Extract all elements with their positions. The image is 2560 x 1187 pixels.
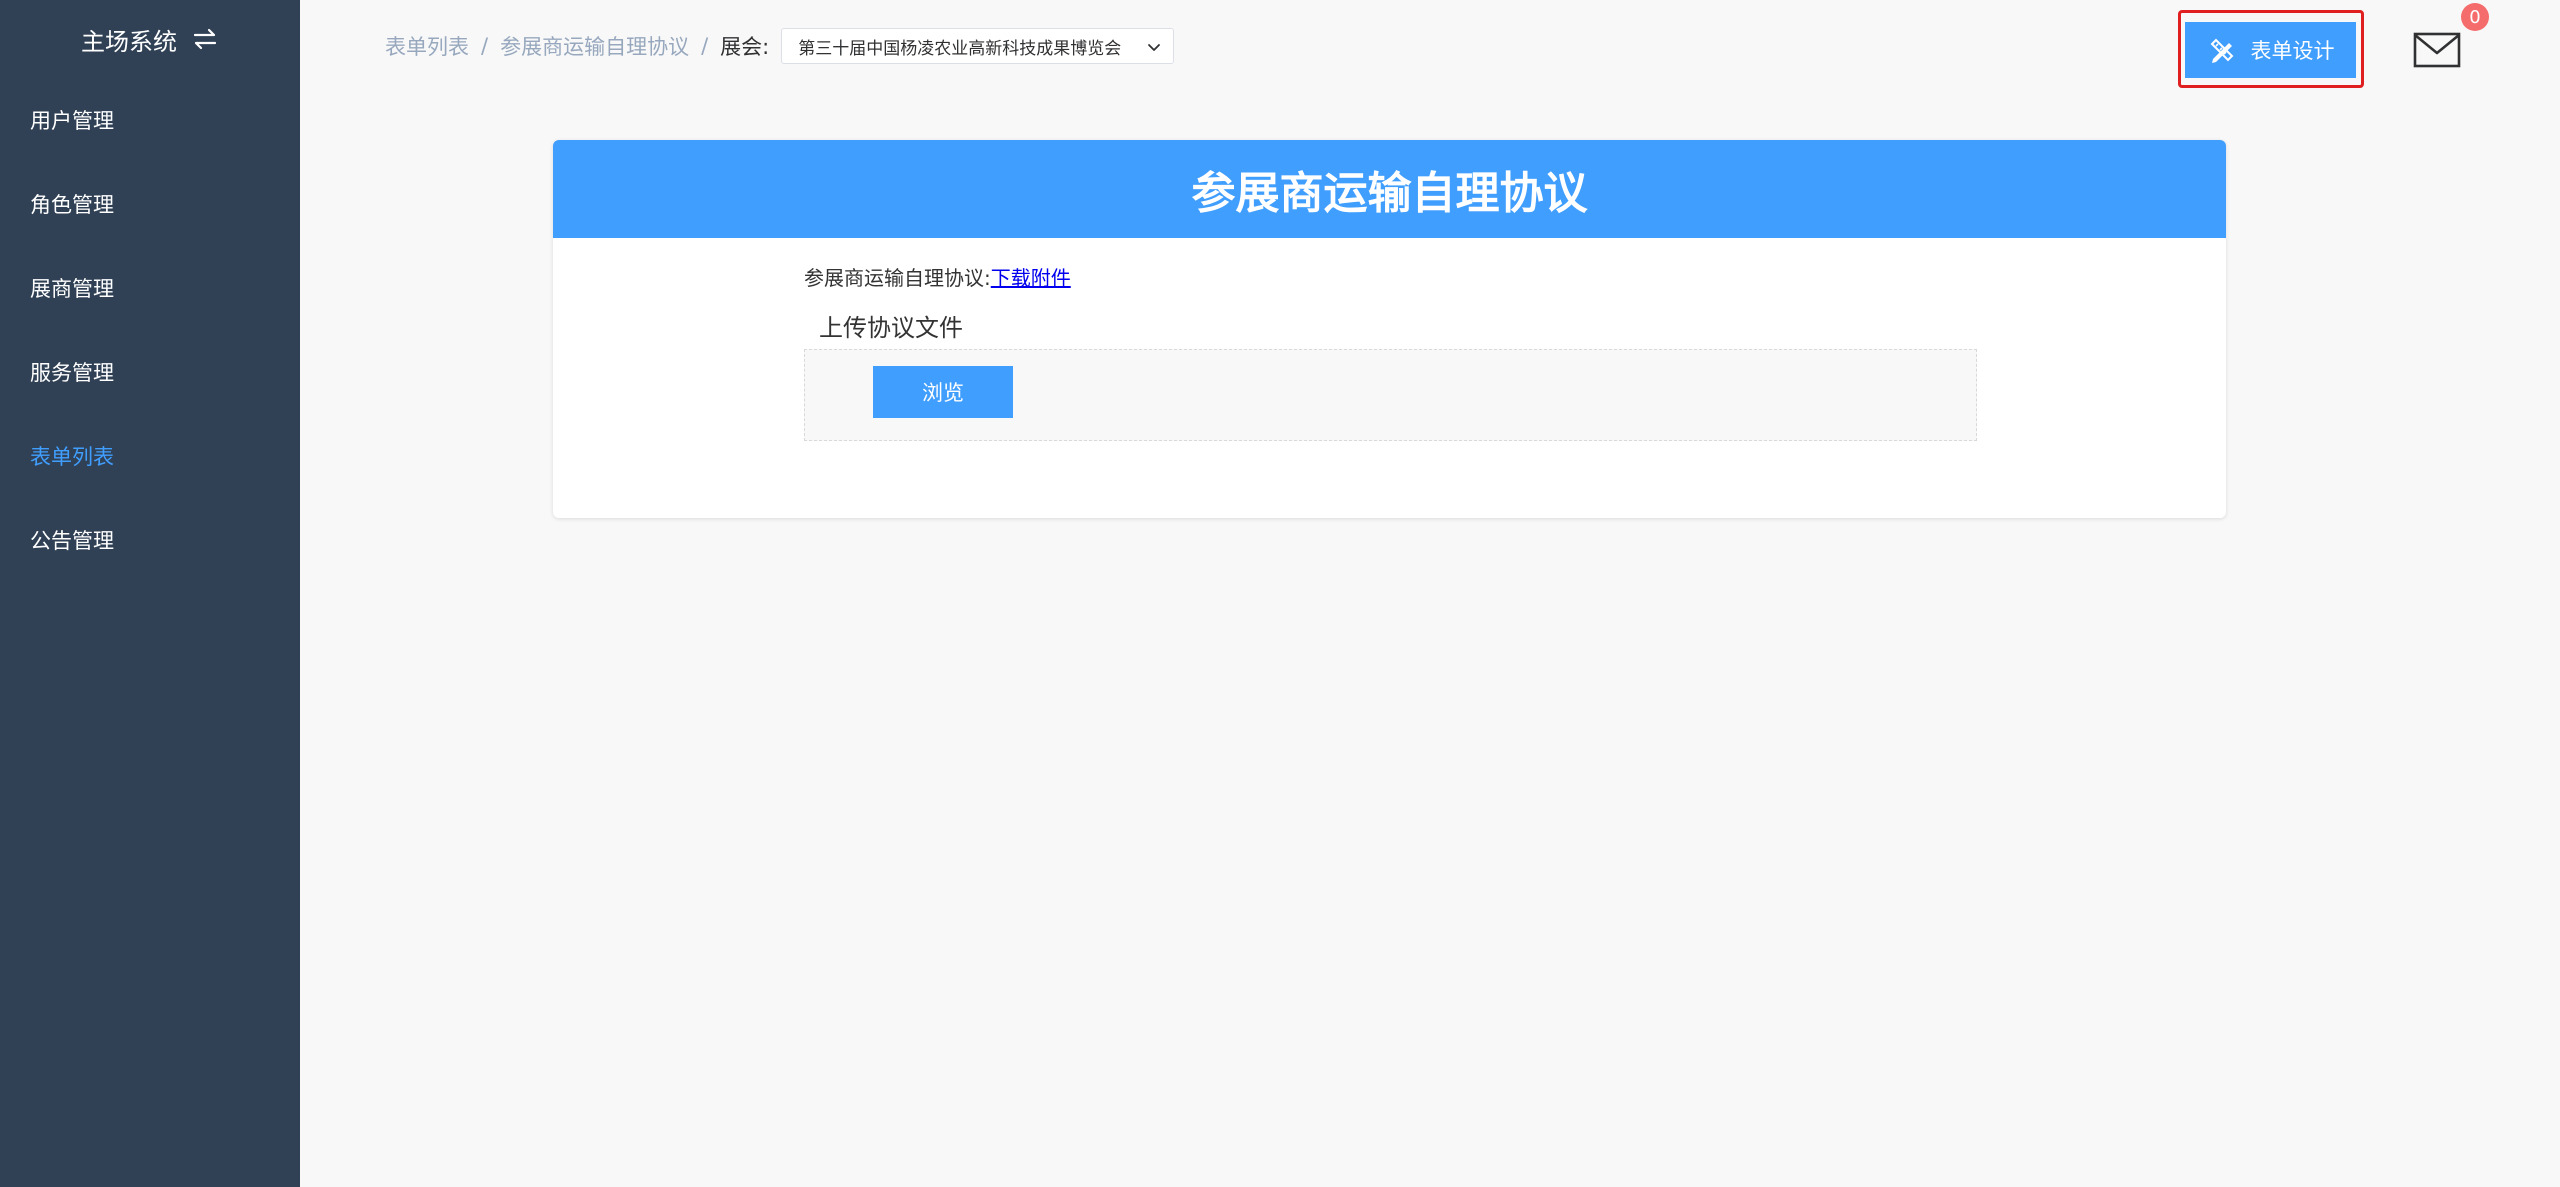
sidebar-item-exhibitors[interactable]: 展商管理 (0, 246, 300, 330)
sidebar-item-services[interactable]: 服务管理 (0, 330, 300, 414)
breadcrumb: 表单列表 / 参展商运输自理协议 / 展会: 第三十届中国杨凌农业高新科技成果博… (385, 28, 1175, 64)
swap-arrows-icon[interactable] (191, 25, 219, 53)
sidebar-item-announcements[interactable]: 公告管理 (0, 498, 300, 582)
system-title-label: 主场系统 (81, 27, 177, 56)
sidebar-item-label: 角色管理 (30, 193, 114, 217)
chevron-down-icon (1148, 44, 1161, 51)
sidebar: 主场系统 用户管理 角色管理 展商管理 服务管理 表单列表 公告管理 (0, 0, 300, 1187)
expo-select[interactable]: 第三十届中国杨凌农业高新科技成果博览会 (781, 28, 1175, 64)
sidebar-menu: 用户管理 角色管理 展商管理 服务管理 表单列表 公告管理 (0, 78, 300, 582)
breadcrumb-separator: / (481, 34, 489, 58)
sidebar-item-roles[interactable]: 角色管理 (0, 162, 300, 246)
browse-button[interactable]: 浏览 (873, 366, 1013, 418)
agreement-row: 参展商运输自理协议:下载附件 (804, 262, 1071, 291)
upload-title: 上传协议文件 (819, 314, 963, 342)
sidebar-item-forms[interactable]: 表单列表 (0, 414, 300, 498)
form-design-label: 表单设计 (2250, 39, 2335, 63)
agreement-label: 参展商运输自理协议: (804, 266, 991, 290)
mail-count-badge: 0 (2461, 3, 2489, 31)
sidebar-item-label: 表单列表 (30, 445, 114, 469)
sidebar-item-label: 用户管理 (30, 109, 114, 133)
breadcrumb-forms[interactable]: 表单列表 (385, 31, 469, 61)
sidebar-item-users[interactable]: 用户管理 (0, 78, 300, 162)
download-attachment-link[interactable]: 下载附件 (991, 266, 1071, 290)
sidebar-item-label: 展商管理 (30, 277, 114, 301)
expo-select-value: 第三十届中国杨凌农业高新科技成果博览会 (798, 38, 1122, 59)
upload-area[interactable]: 浏览 (804, 349, 1977, 441)
system-title[interactable]: 主场系统 (0, 0, 300, 78)
mail-icon[interactable] (2413, 32, 2461, 68)
form-title: 参展商运输自理协议 (553, 140, 2226, 238)
sidebar-item-label: 服务管理 (30, 361, 114, 385)
pencil-ruler-icon (2210, 38, 2233, 63)
breadcrumb-separator: / (701, 34, 709, 58)
form-card: 参展商运输自理协议 参展商运输自理协议:下载附件 上传协议文件 浏览 (553, 140, 2226, 518)
breadcrumb-agreement[interactable]: 参展商运输自理协议 (500, 31, 689, 61)
sidebar-item-label: 公告管理 (30, 529, 114, 553)
expo-label: 展会: (720, 35, 770, 59)
form-design-button[interactable]: 表单设计 (2185, 22, 2356, 78)
